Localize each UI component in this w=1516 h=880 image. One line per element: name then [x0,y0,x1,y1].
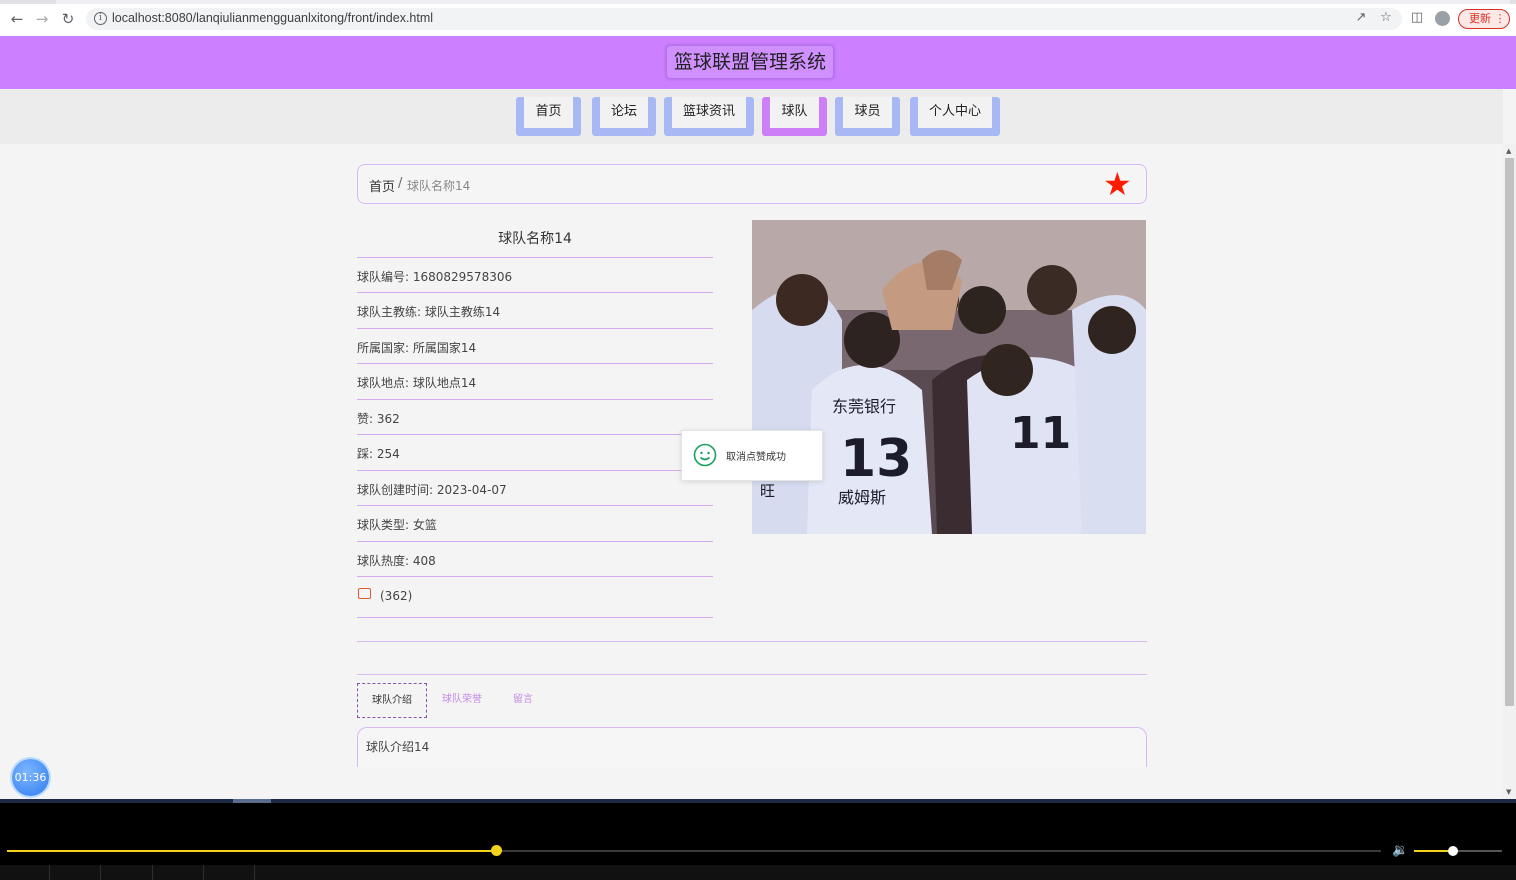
info-row: 球队类型: 女篮 [357,506,713,542]
video-player-controls: 🔉 [0,799,1516,880]
volume-icon[interactable]: 🔉 [1392,843,1408,858]
forward-icon[interactable]: → [33,10,51,28]
nav-label: 篮球资讯 [672,97,746,128]
volume-level [1414,850,1453,852]
nav-label: 球员 [843,97,892,128]
main-nav: 首页 论坛 篮球资讯 球队 球员 个人中心 [0,89,1503,144]
breadcrumb-home[interactable]: 首页 [369,176,395,195]
intro-text: 球队介绍14 [366,740,430,754]
site-title: 篮球联盟管理系统 [666,45,834,79]
volume-handle[interactable] [1447,846,1458,856]
browser-toolbar: ← → ↻ i localhost:8080/lanqiulianmenggua… [0,0,1516,36]
team-title-row: 球队名称14 [357,220,713,258]
side-panel-icon[interactable]: ◫ [1409,10,1425,26]
scroll-down-icon[interactable]: ▼ [1506,788,1511,796]
reload-icon[interactable]: ↻ [59,10,77,28]
team-dislikes: 踩: 254 [357,447,400,461]
nav-label: 个人中心 [918,97,992,128]
toast-message: 取消点赞成功 [726,452,786,463]
team-number: 球队编号: 1680829578306 [357,270,513,284]
scroll-thumb[interactable] [1505,158,1514,706]
team-name: 球队名称14 [498,231,572,247]
recording-timer[interactable]: 01:36 [12,759,49,796]
team-location: 球队地点: 球队地点14 [357,376,477,390]
seek-progress [7,850,497,852]
team-type: 球队类型: 女篮 [357,518,437,532]
seek-bar[interactable] [7,845,1381,856]
info-row: 球队编号: 1680829578306 [357,258,713,293]
team-popularity: 球队热度: 408 [357,554,436,568]
share-icon[interactable]: ↗ [1353,10,1369,26]
nav-home[interactable]: 首页 [516,97,581,136]
like-row: (362) [357,577,713,618]
update-button[interactable]: 更新 ⋮ [1458,9,1510,29]
team-photo: 东莞银行 13 威姆斯 11 旺 [752,220,1146,534]
scroll-up-icon[interactable]: ▲ [1506,147,1511,155]
tab-team-honors[interactable]: 球队荣誉 [430,683,494,718]
site-header: 篮球联盟管理系统 [0,36,1516,89]
breadcrumb-current: 球队名称14 [407,179,471,193]
info-row: 踩: 254 [357,435,713,471]
jersey-number-text: 13 [840,429,912,489]
info-row: 球队主教练: 球队主教练14 [357,293,713,329]
team-coach: 球队主教练: 球队主教练14 [357,305,501,319]
info-row: 所属国家: 所属国家14 [357,329,713,364]
thumbs-up-icon[interactable] [358,588,371,599]
nav-label: 首页 [524,97,573,128]
tab-messages[interactable]: 留言 [500,683,546,718]
breadcrumb-separator: / [398,176,403,191]
jersey-sponsor-text: 东莞银行 [832,397,896,416]
team-likes: 赞: 362 [357,412,400,426]
volume-slider[interactable] [1414,846,1502,856]
jersey-text: 旺 [760,482,775,500]
player-bottom-strip [0,865,1516,880]
team-country: 所属国家: 所属国家14 [357,341,477,355]
team-created-date: 球队创建时间: 2023-04-07 [357,483,507,497]
info-row: 球队创建时间: 2023-04-07 [357,471,713,506]
profile-avatar-icon[interactable] [1435,11,1450,26]
page-scrollbar[interactable]: ▲ ▼ [1503,144,1516,799]
nav-teams[interactable]: 球队 [762,97,827,136]
back-icon[interactable]: ← [8,10,26,28]
nav-forum[interactable]: 论坛 [592,97,656,136]
favorite-star-icon[interactable]: ★ [1103,168,1132,200]
smile-icon [693,443,717,467]
seek-handle[interactable] [491,845,503,856]
jersey-name-text: 威姆斯 [838,488,886,507]
site-info-icon[interactable]: i [94,12,107,25]
nav-news[interactable]: 篮球资讯 [664,97,754,136]
bookmark-star-icon[interactable]: ☆ [1378,10,1394,26]
toast-notification: 取消点赞成功 [681,430,823,481]
address-bar[interactable]: i localhost:8080/lanqiulianmengguanlxito… [86,8,1402,30]
tab-strip [0,0,1516,4]
info-row: 赞: 362 [357,400,713,435]
intro-panel: 球队介绍14 [357,727,1147,767]
team-huddle-image: 东莞银行 13 威姆斯 11 旺 [752,220,1146,534]
player-seam [0,799,1516,803]
nav-personal-center[interactable]: 个人中心 [910,97,1000,136]
jersey-number-text: 11 [1010,408,1071,459]
like-count: (362) [380,589,413,603]
nav-label: 球队 [770,97,819,128]
divider [357,674,1147,675]
breadcrumb: 首页 / 球队名称14 ★ [357,164,1147,204]
url-text: localhost:8080/lanqiulianmengguanlxitong… [112,11,434,25]
nav-players[interactable]: 球员 [835,97,900,136]
divider [357,641,1147,642]
update-label: 更新 [1469,12,1491,25]
info-row: 球队地点: 球队地点14 [357,364,713,400]
web-page: 篮球联盟管理系统 首页 论坛 篮球资讯 球队 球员 个人中心 ▲ ▼ 首页 / … [0,36,1516,799]
info-row: 球队热度: 408 [357,542,713,577]
tab-team-intro[interactable]: 球队介绍 [357,683,427,718]
nav-label: 论坛 [600,97,648,128]
